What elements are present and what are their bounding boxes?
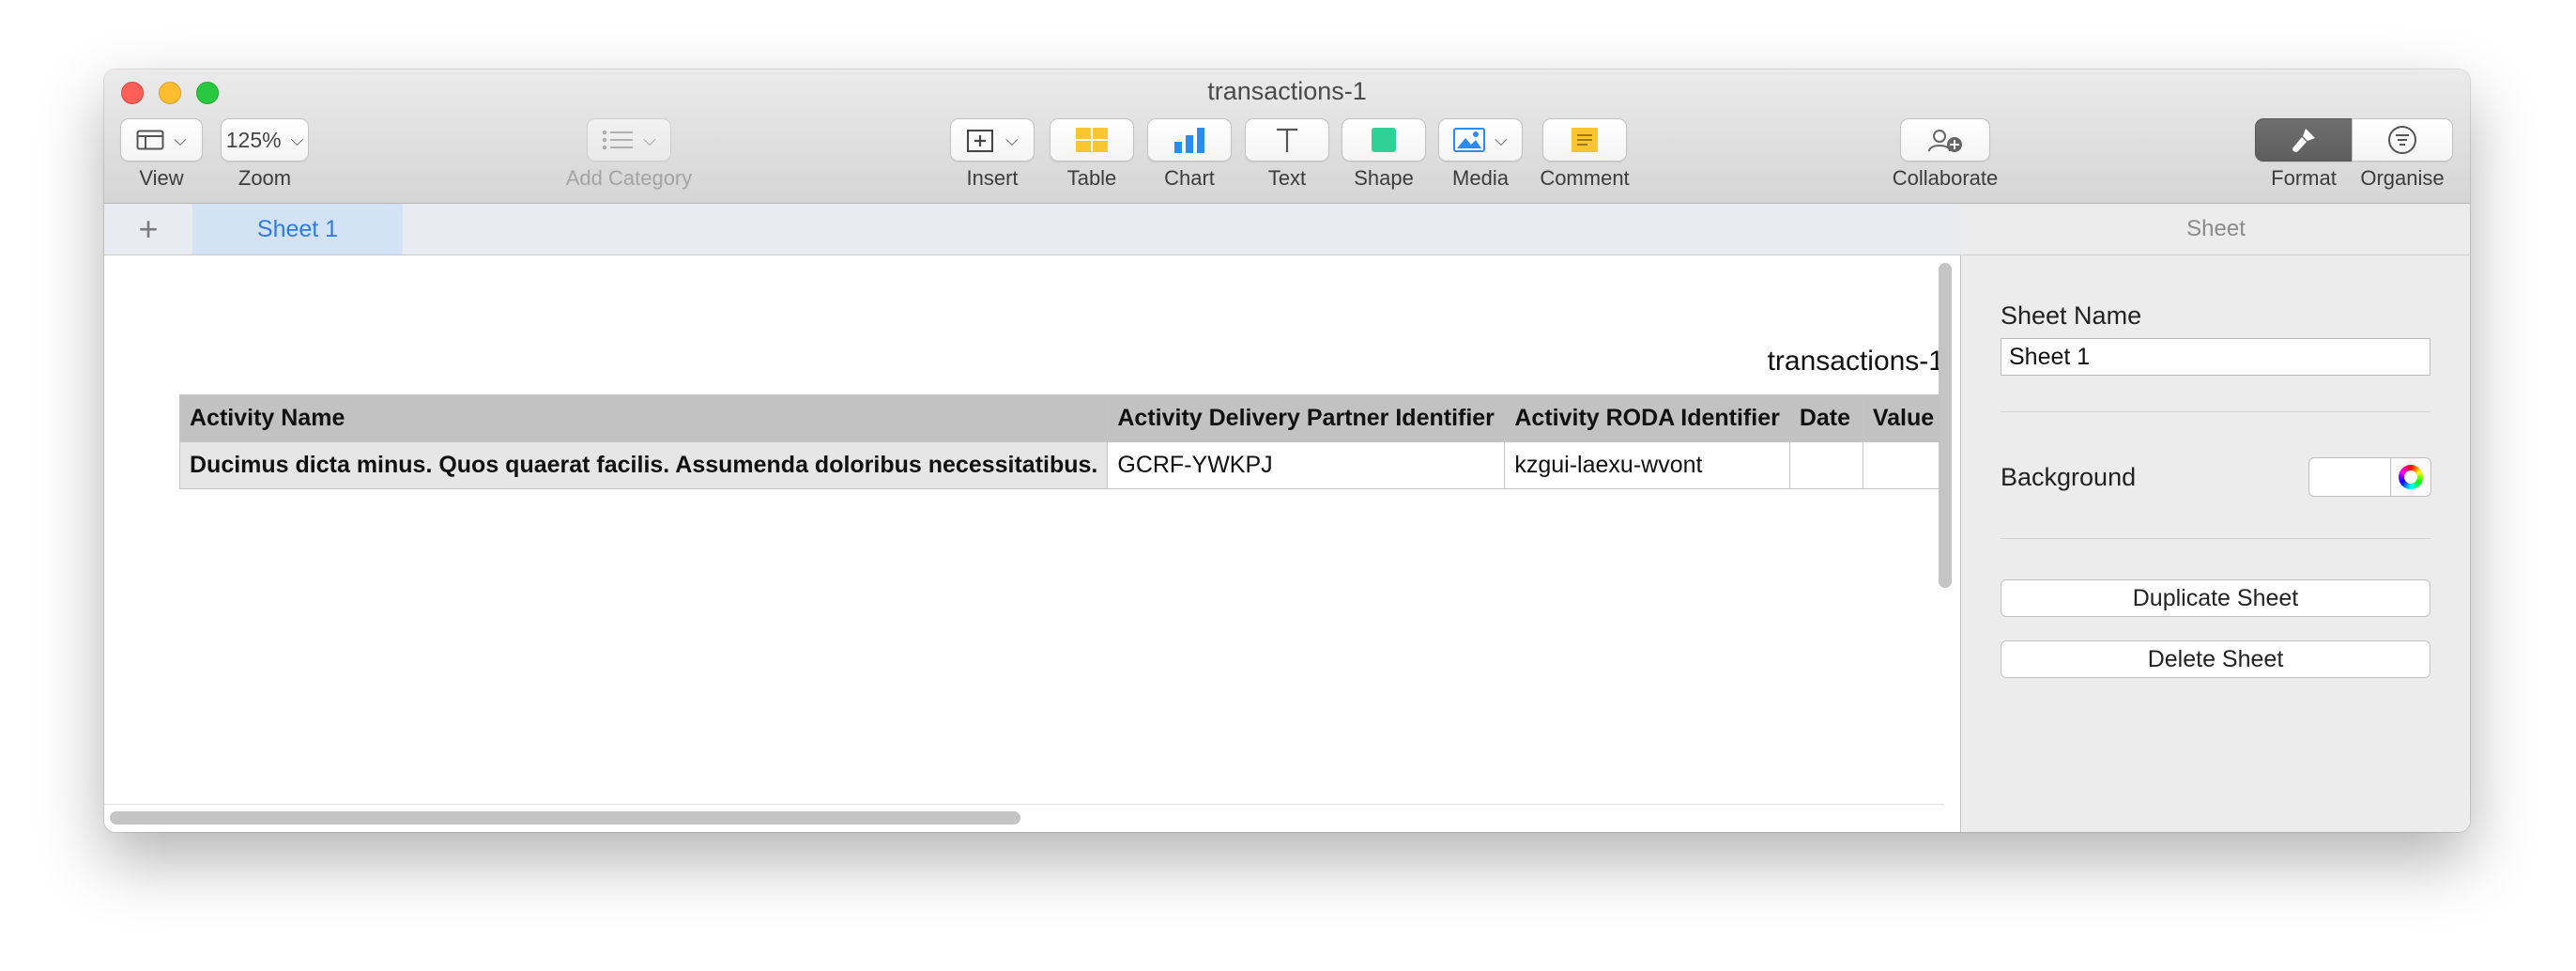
table-label: Table [1066,166,1117,190]
chevron-down-icon: ⌵ [1005,130,1019,149]
format-inspector: Sheet Sheet Name Background Duplicate Sh… [1962,204,2470,832]
inspector-header: Sheet [1962,204,2470,255]
delete-sheet-button[interactable]: Delete Sheet [2001,640,2430,678]
organise-label: Organise [2360,166,2445,190]
zoom-select[interactable]: 125% ⌵ [221,118,309,162]
table-cell[interactable] [1862,441,1945,489]
background-color-swatch[interactable] [2308,457,2391,497]
add-sheet-button[interactable]: + [104,204,192,254]
table-cell[interactable]: kzgui-laexu-wvont [1504,441,1790,489]
chevron-down-icon: ⌵ [174,130,187,149]
organise-button[interactable] [2352,118,2453,162]
toolbar: transactions-1 ⌵ View 125% ⌵ Zoom ⌵ Add … [104,69,2470,204]
table-title[interactable]: transactions-1 [1700,346,1944,378]
sheet-name-label: Sheet Name [2001,301,2142,330]
view-button[interactable]: ⌵ [120,118,203,162]
paintbrush-icon [2292,129,2315,152]
horizontal-scrollbar[interactable] [110,811,1020,825]
view-label: View [139,166,184,190]
media-label: Media [1452,166,1509,190]
column-header-date[interactable]: Date [1788,394,1863,442]
table-cell[interactable] [1788,441,1863,489]
list-icon [602,130,634,150]
format-label: Format [2271,166,2337,190]
media-button[interactable]: ⌵ [1438,118,1523,162]
sheet-canvas[interactable]: transactions-1 Activity Name Activity De… [104,255,1961,832]
chart-label: Chart [1164,166,1215,190]
shape-label: Shape [1354,166,1414,190]
collaborate-button[interactable] [1900,118,1990,162]
comment-icon [1572,128,1598,152]
table-header-row: Activity Name Activity Delivery Partner … [178,394,1945,442]
sheet-tab-bar: + Sheet 1 [104,204,1961,255]
text-button[interactable] [1245,118,1329,162]
zoom-label: Zoom [238,166,292,190]
column-header-roda-id[interactable]: Activity RODA Identifier [1504,394,1790,442]
color-wheel-icon [2399,465,2423,489]
table-button[interactable] [1050,118,1134,162]
chevron-down-icon: ⌵ [643,130,656,149]
bar-chart-icon [1174,128,1204,153]
text-icon [1277,128,1297,152]
divider [2001,411,2430,412]
shape-icon [1372,128,1396,152]
collaborate-label: Collaborate [1892,166,1999,190]
column-header-value[interactable]: Value [1862,394,1945,442]
app-window: transactions-1 ⌵ View 125% ⌵ Zoom ⌵ Add … [104,69,2470,832]
background-label: Background [2001,463,2137,491]
table-cell[interactable]: Ducimus dicta minus. Quos quaerat facili… [178,441,1109,489]
filter-icon [2388,126,2416,154]
data-table[interactable]: Activity Name Activity Delivery Partner … [178,394,1945,489]
horizontal-scroll-track [104,804,1944,805]
duplicate-sheet-button[interactable]: Duplicate Sheet [2001,579,2430,617]
comment-label: Comment [1540,166,1630,190]
add-category-label: Add Category [565,166,693,190]
text-label: Text [1267,166,1307,190]
add-category-button[interactable]: ⌵ [587,118,671,162]
tab-sheet-1[interactable]: Sheet 1 [192,204,403,254]
table-icon [1076,128,1108,152]
zoom-value: 125% [225,127,282,152]
insert-label: Insert [966,166,1019,190]
table-row: Ducimus dicta minus. Quos quaerat facili… [178,441,1945,489]
sidebar-layout-icon [136,130,164,150]
chevron-down-icon: ⌵ [290,130,304,149]
sheet-name-field[interactable] [2001,338,2430,376]
format-button[interactable] [2255,118,2353,162]
comment-button[interactable] [1542,118,1627,162]
chart-button[interactable] [1147,118,1232,162]
shape-button[interactable] [1342,118,1426,162]
table-cell[interactable]: GCRF-YWKPJ [1107,441,1506,489]
color-picker-button[interactable] [2390,457,2431,497]
column-header-activity-name[interactable]: Activity Name [178,394,1109,442]
image-icon [1453,128,1486,152]
window-title: transactions-1 [1207,77,1367,105]
collaborate-icon [1928,130,1962,152]
chevron-down-icon: ⌵ [1495,130,1508,149]
divider [2001,538,2430,539]
column-header-delivery-partner-id[interactable]: Activity Delivery Partner Identifier [1107,394,1506,442]
insert-button[interactable]: ⌵ [950,118,1035,162]
insert-icon [967,130,994,152]
vertical-scrollbar[interactable] [1939,263,1952,588]
